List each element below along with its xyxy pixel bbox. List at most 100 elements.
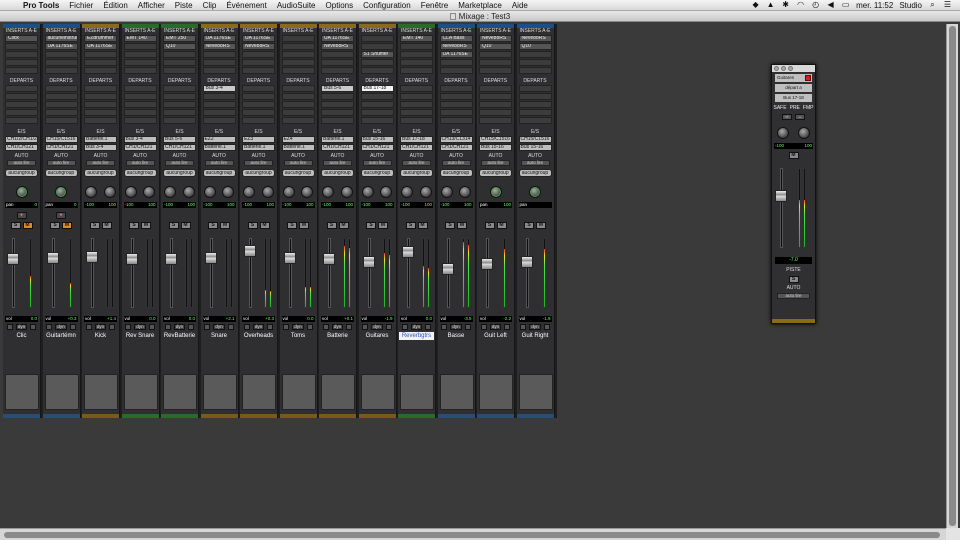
input-selector[interactable]: Bus 15-16 — [360, 136, 394, 143]
mute-button[interactable]: M — [496, 222, 507, 229]
output-selector[interactable]: Batterie.1 — [202, 144, 236, 151]
output-mute-button[interactable]: M — [788, 152, 799, 159]
send-slot[interactable] — [163, 109, 196, 116]
dyn-button[interactable]: dyn — [529, 324, 541, 330]
minimize-window-icon[interactable] — [781, 66, 786, 71]
insert-slot[interactable] — [44, 59, 78, 66]
fmp-button[interactable]: FMP — [803, 105, 814, 111]
send-slot[interactable] — [400, 117, 433, 124]
automation-mode[interactable]: auto lire — [362, 160, 392, 166]
mute-button[interactable]: M — [220, 222, 230, 229]
solo-button[interactable]: S — [89, 222, 100, 229]
volume-fader[interactable] — [441, 262, 454, 275]
send-slot[interactable] — [281, 101, 315, 108]
comments-box[interactable] — [479, 374, 513, 410]
pan-knob[interactable] — [124, 186, 137, 198]
solo-button[interactable]: S — [208, 222, 218, 229]
insert-slot[interactable] — [163, 59, 196, 66]
send-slot[interactable] — [242, 93, 275, 100]
insert-slot[interactable] — [5, 51, 38, 58]
send-slot[interactable] — [44, 85, 78, 92]
send-slot[interactable] — [360, 117, 394, 124]
dyn-button[interactable]: dyn — [15, 324, 28, 330]
insert-slot[interactable] — [202, 51, 236, 58]
menu-item[interactable]: Afficher — [133, 1, 170, 10]
comments-box[interactable] — [123, 374, 158, 410]
insert-slot[interactable] — [84, 67, 117, 74]
insert-slot[interactable] — [479, 67, 512, 74]
pan-knob[interactable] — [103, 186, 116, 198]
output-selector[interactable]: CH1/CH121 — [360, 144, 394, 151]
link-icon[interactable]: ∞ — [782, 114, 792, 120]
insert-slot[interactable]: UA 1176SE — [242, 35, 275, 42]
volume-fader[interactable] — [520, 255, 533, 268]
mute-button[interactable]: M — [417, 222, 428, 229]
send-slot[interactable] — [242, 101, 275, 108]
send-slot[interactable] — [242, 85, 275, 92]
mute-button[interactable]: M — [338, 222, 349, 229]
volume-fader[interactable] — [362, 255, 375, 268]
insert-slot[interactable] — [360, 59, 394, 66]
track-name[interactable]: Reverbgtrs — [399, 332, 434, 340]
menu-item[interactable]: Aide — [507, 1, 533, 10]
send-slot[interactable] — [123, 109, 157, 116]
group-selector[interactable]: aucungroup — [202, 169, 236, 177]
solo-button[interactable]: S — [445, 222, 455, 229]
insert-slot[interactable]: Neve88RS — [321, 43, 354, 50]
mute-button[interactable]: M — [299, 222, 309, 229]
insert-slot[interactable]: Neve88RS — [202, 43, 236, 50]
insert-slot[interactable]: Q10 — [479, 43, 512, 50]
horizontal-scrollbar[interactable] — [0, 528, 946, 540]
send-slot[interactable]: Bus 5-6 — [321, 85, 354, 92]
insert-slot[interactable]: Neve88RS — [479, 35, 512, 42]
pre-button[interactable]: PRE — [790, 105, 800, 111]
insert-slot[interactable]: Q10 — [163, 43, 196, 50]
group-selector[interactable]: aucungroup — [123, 169, 157, 177]
send-slot[interactable] — [518, 109, 552, 116]
output-pan-left-knob[interactable] — [776, 127, 789, 139]
input-selector[interactable]: Bus 5-6 — [163, 136, 196, 143]
solo-button[interactable]: S — [326, 222, 337, 229]
send-slot[interactable] — [281, 85, 315, 92]
pan-knob[interactable] — [282, 186, 295, 198]
track-name[interactable]: Guitartémn — [44, 332, 79, 340]
horizontal-scroll-thumb[interactable] — [4, 532, 940, 538]
insert-slot[interactable] — [400, 67, 433, 74]
input-selector[interactable]: EZ2 — [202, 136, 236, 143]
automation-mode[interactable]: auto lire — [441, 160, 471, 166]
comments-box[interactable] — [439, 374, 474, 410]
insert-slot[interactable] — [400, 51, 433, 58]
record-button[interactable]: ● — [56, 212, 66, 219]
group-selector[interactable]: aucungroup — [242, 169, 275, 177]
send-slot[interactable] — [400, 85, 433, 92]
pan-knob[interactable] — [301, 186, 314, 198]
group-selector[interactable]: aucungroup — [479, 169, 512, 177]
send-slot[interactable] — [439, 85, 473, 92]
insert-slot[interactable]: Click — [5, 35, 38, 42]
menu-item[interactable]: Fenêtre — [416, 1, 454, 10]
mute-button[interactable]: M — [378, 222, 388, 229]
send-slot[interactable] — [123, 93, 157, 100]
menu-item[interactable]: Marketplace — [453, 1, 507, 10]
output-solo-button[interactable]: S — [788, 276, 799, 283]
track-name[interactable]: Batterie — [320, 332, 355, 340]
comments-box[interactable] — [400, 374, 434, 410]
evernote-icon[interactable]: ▲ — [766, 1, 775, 9]
bluetooth-icon[interactable]: ✱ — [781, 1, 790, 9]
volume-fader[interactable] — [402, 246, 414, 259]
output-track-selector[interactable]: Guitares — [775, 74, 812, 82]
insert-slot[interactable] — [360, 67, 394, 74]
insert-slot[interactable] — [281, 67, 315, 74]
send-slot[interactable] — [123, 117, 157, 124]
comments-box[interactable] — [321, 374, 355, 410]
group-selector[interactable]: aucungroup — [518, 169, 552, 177]
send-slot[interactable] — [5, 85, 38, 92]
output-selector[interactable]: CH1/CH121 — [439, 144, 473, 151]
track-name[interactable]: Basse — [439, 332, 474, 340]
send-slot[interactable]: Bus 17-18 — [360, 85, 394, 92]
send-slot[interactable] — [202, 93, 236, 100]
send-slot[interactable] — [84, 109, 117, 116]
close-send-icon[interactable] — [805, 75, 811, 81]
insert-slot[interactable]: EMT 140 — [400, 35, 433, 42]
track-name[interactable]: Clic — [4, 332, 39, 340]
